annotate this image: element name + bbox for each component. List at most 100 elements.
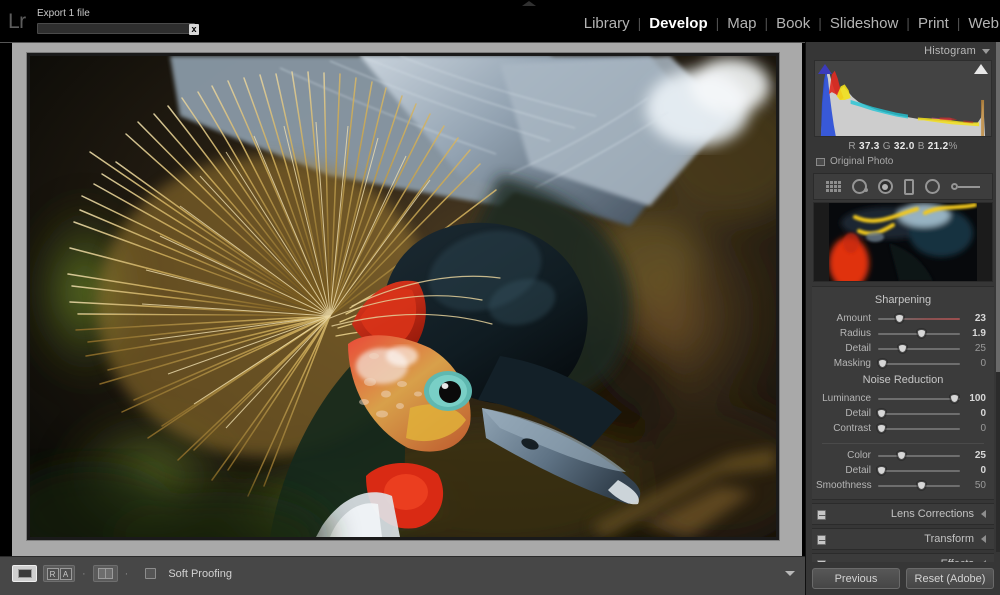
module-separator: |: [906, 15, 910, 31]
slider-label-masking: Masking: [833, 358, 871, 369]
toolbar-dot-2: ·: [124, 567, 129, 580]
slider-track-radius[interactable]: [878, 326, 960, 341]
rgb-b-label: B: [917, 141, 925, 152]
module-develop[interactable]: Develop: [648, 15, 708, 32]
slider-handle-amount[interactable]: [894, 314, 904, 323]
rgb-r-label: R: [848, 141, 856, 152]
histogram-svg: [815, 61, 991, 136]
soft-proofing-label[interactable]: Soft Proofing: [168, 568, 232, 580]
module-slideshow[interactable]: Slideshow: [829, 15, 899, 32]
chevron-left-icon[interactable]: [981, 510, 986, 518]
crop-overlay-tool-icon[interactable]: [825, 181, 841, 192]
slider-value-contrast[interactable]: 0: [960, 423, 986, 434]
slider-value-masking[interactable]: 0: [960, 358, 986, 369]
rgb-b-value: 21.2: [927, 141, 949, 152]
slider-value-amount[interactable]: 23: [960, 313, 986, 324]
spot-removal-tool-icon[interactable]: [851, 179, 868, 194]
module-separator: |: [956, 15, 961, 31]
slider-label-detail: Detail: [845, 343, 871, 354]
after-icon: A: [59, 567, 72, 580]
slider-handle-detail[interactable]: [877, 466, 887, 475]
original-photo-toggle[interactable]: Original Photo: [806, 154, 1000, 171]
panel-enable-switch[interactable]: [817, 510, 826, 520]
loupe-view-button[interactable]: [12, 565, 37, 582]
slider-track-smoothness[interactable]: [878, 478, 960, 493]
slider-label-smoothness: Smoothness: [816, 480, 872, 491]
slider-value-color[interactable]: 25: [960, 450, 986, 461]
right-panel-scrollbar[interactable]: [996, 42, 1000, 552]
slider-handle-contrast[interactable]: [877, 424, 887, 433]
slider-bar: [878, 413, 960, 415]
split-view-button[interactable]: [92, 565, 118, 582]
histogram-graph[interactable]: [814, 60, 992, 137]
slider-value-detail[interactable]: 25: [960, 343, 986, 354]
soft-proofing-checkbox[interactable]: [145, 568, 157, 579]
module-library[interactable]: Library: [583, 15, 631, 32]
left-panel-collapse-strip[interactable]: [0, 43, 12, 556]
module-map[interactable]: Map: [726, 15, 757, 32]
slider-value-luminance[interactable]: 100: [960, 393, 986, 404]
adjustment-brush-tool-icon[interactable]: [951, 183, 981, 190]
slider-handle-radius[interactable]: [916, 329, 926, 338]
chevron-down-icon[interactable]: [982, 48, 990, 54]
slider-bar: [878, 348, 960, 350]
red-eye-correction-tool-icon[interactable]: [877, 179, 893, 194]
original-photo-checkbox[interactable]: [816, 157, 825, 166]
shadow-clipping-indicator-icon[interactable]: [818, 64, 832, 74]
slider-track-detail[interactable]: [878, 341, 960, 356]
navigator-preview[interactable]: [813, 202, 993, 282]
slider-row-detail-nrb1: Detail 0: [812, 463, 994, 478]
reset-button[interactable]: Reset (Adobe): [906, 568, 994, 589]
before-icon: R: [46, 567, 59, 580]
toolbar-chevron-down-icon[interactable]: [785, 571, 795, 576]
rgb-r-value: 37.3: [858, 141, 880, 152]
slider-track-masking[interactable]: [878, 356, 960, 371]
panel-enable-switch[interactable]: [817, 535, 826, 545]
slider-label-amount: Amount: [836, 313, 871, 324]
slider-value-detail[interactable]: 0: [960, 408, 986, 419]
slider-track-amount[interactable]: [878, 311, 960, 326]
slider-handle-smoothness[interactable]: [916, 481, 926, 490]
slider-bar: [878, 318, 960, 320]
slider-handle-color[interactable]: [896, 451, 906, 460]
slider-track-detail[interactable]: [877, 406, 960, 421]
histogram-header[interactable]: Histogram: [806, 42, 1000, 60]
module-print[interactable]: Print: [917, 15, 950, 32]
panel-header-lens-corrections[interactable]: Lens Corrections: [812, 503, 994, 525]
slider-handle-masking[interactable]: [878, 359, 888, 368]
previous-button[interactable]: Previous: [812, 568, 900, 589]
slider-track-contrast[interactable]: [877, 421, 960, 436]
noise-reduction-title: Noise Reduction: [862, 374, 944, 386]
noise-reduction-luminance-group: Luminance 100 Detail 0 Contrast 0: [812, 391, 994, 436]
slider-value-smoothness[interactable]: 50: [960, 480, 986, 491]
highlight-clipping-indicator-icon[interactable]: [974, 64, 988, 74]
module-separator: |: [715, 15, 720, 31]
slider-handle-detail[interactable]: [877, 409, 887, 418]
top-panel-collapse-arrow-icon[interactable]: [522, 1, 536, 6]
top-bar: Lr Export 1 file x Library | Develop | Map | B…: [0, 0, 1000, 42]
module-book[interactable]: Book: [775, 15, 811, 32]
export-cancel-button[interactable]: x: [189, 24, 199, 35]
slider-handle-detail[interactable]: [897, 344, 907, 353]
photo-preview[interactable]: [30, 56, 776, 537]
before-after-view-button[interactable]: RA: [43, 565, 75, 582]
slider-handle-luminance[interactable]: [950, 394, 960, 403]
slider-track-detail[interactable]: [877, 463, 960, 478]
slider-track-luminance[interactable]: [878, 391, 960, 406]
slider-track-color[interactable]: [878, 448, 960, 463]
crane-photo-illustration: [30, 56, 776, 537]
graduated-filter-tool-icon[interactable]: [904, 178, 915, 195]
panel-footer: Previous Reset (Adobe): [806, 562, 1000, 595]
slider-value-detail[interactable]: 0: [960, 465, 986, 476]
chevron-left-icon[interactable]: [981, 535, 986, 543]
export-progress-block: Export 1 file x: [37, 8, 199, 35]
panel-name-label: Lens Corrections: [890, 508, 974, 520]
bottom-toolbar: RA · · Soft Proofing: [0, 556, 805, 595]
slider-value-radius[interactable]: 1.9: [960, 328, 986, 339]
slider-row-detail-sh2: Detail 25: [812, 341, 994, 356]
slider-label-luminance: Luminance: [822, 393, 871, 404]
module-web[interactable]: Web: [967, 15, 1000, 32]
radial-filter-tool-icon[interactable]: [925, 179, 941, 194]
panel-header-transform[interactable]: Transform: [812, 528, 994, 550]
sharpening-sliders: Amount 23 Radius 1.9 Detail 25 Masking 0: [812, 311, 994, 371]
